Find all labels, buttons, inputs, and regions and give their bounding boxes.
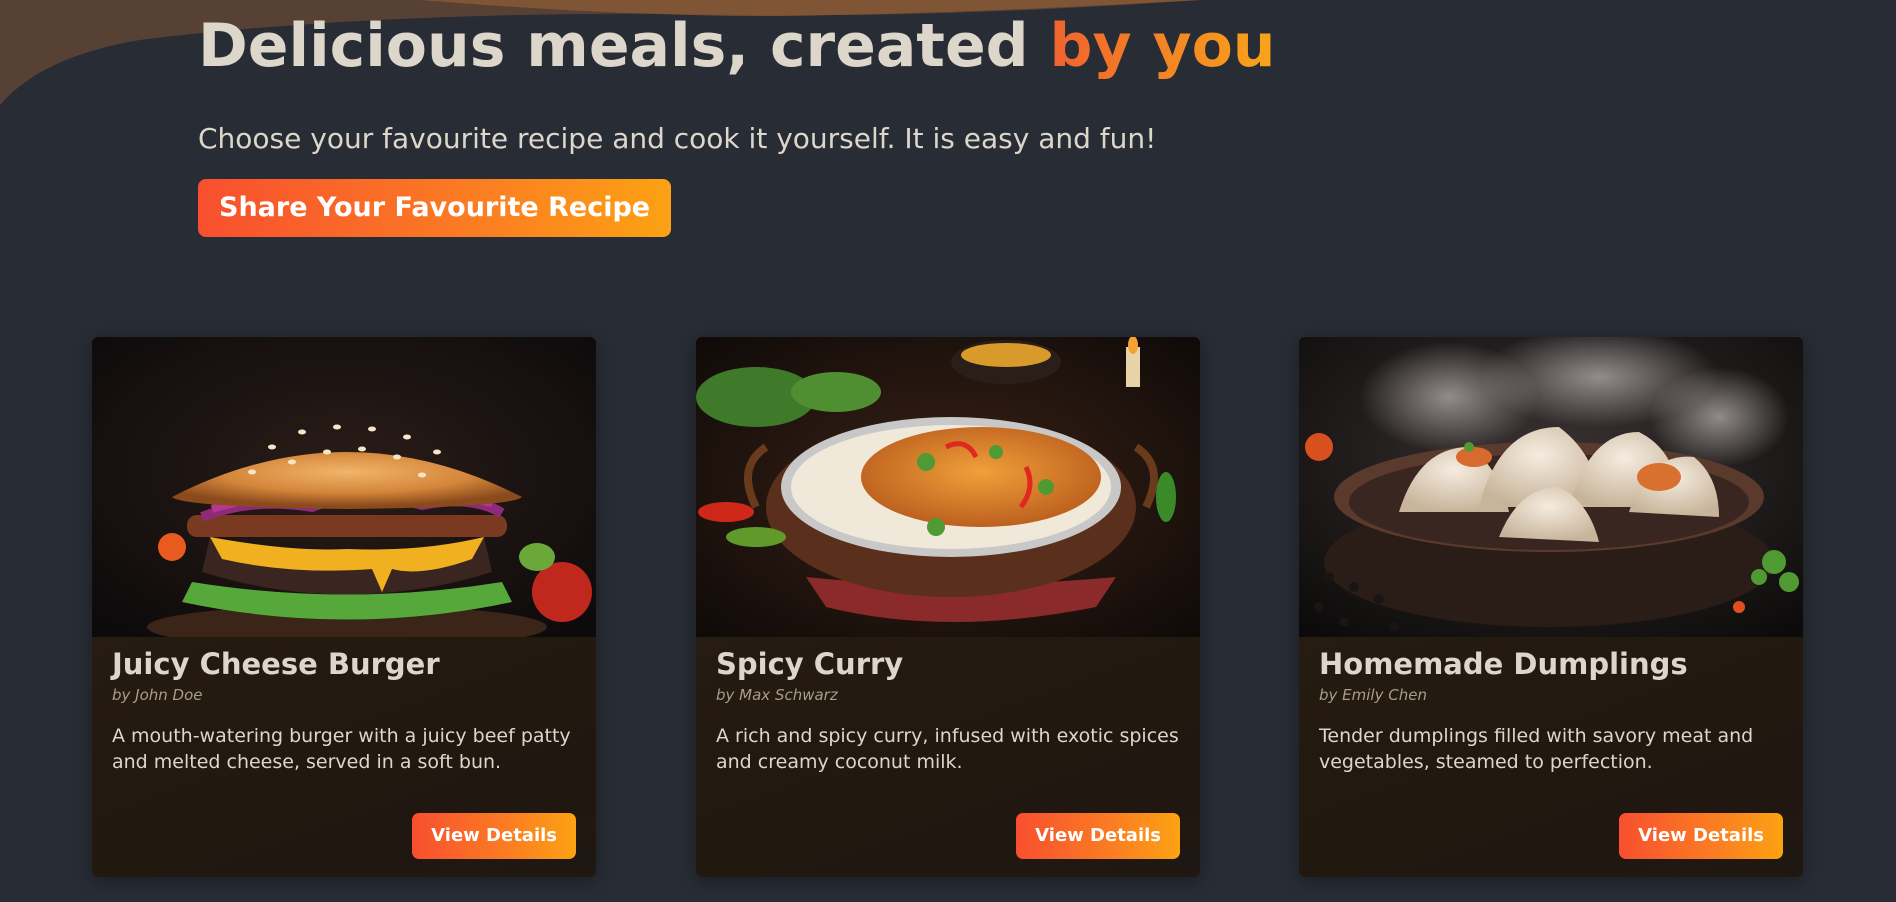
recipe-title: Juicy Cheese Burger — [112, 647, 440, 681]
recipe-description: A mouth-watering burger with a juicy bee… — [112, 725, 571, 773]
hero-subtitle: Choose your favourite recipe and cook it… — [198, 122, 1157, 155]
view-details-button[interactable]: View Details — [412, 813, 576, 859]
recipe-title: Spicy Curry — [716, 647, 904, 681]
share-recipe-button[interactable]: Share Your Favourite Recipe — [198, 179, 672, 237]
burger-photo — [92, 337, 596, 637]
recipe-card-curry: Spicy Curry by Max Schwarz A rich and sp… — [696, 337, 1200, 877]
hero-title-accent: by you — [1049, 11, 1276, 81]
hero-title: Delicious meals, created by you — [198, 6, 1276, 86]
dumplings-photo — [1299, 337, 1803, 637]
recipe-card-dumplings: Homemade Dumplings by Emily Chen Tender … — [1299, 337, 1803, 877]
recipe-card-burger: Juicy Cheese Burger by John Doe A mouth-… — [92, 337, 596, 877]
curry-photo — [696, 337, 1200, 637]
recipe-author: by John Doe — [112, 686, 203, 704]
recipe-title: Homemade Dumplings — [1319, 647, 1688, 681]
recipe-author: by Max Schwarz — [716, 686, 838, 704]
recipe-description: A rich and spicy curry, infused with exo… — [716, 725, 1179, 773]
hero-title-main: Delicious meals, created — [198, 11, 1050, 81]
recipe-author: by Emily Chen — [1319, 686, 1427, 704]
view-details-button[interactable]: View Details — [1619, 813, 1783, 859]
recipe-cards: Juicy Cheese Burger by John Doe A mouth-… — [92, 337, 1804, 877]
view-details-button[interactable]: View Details — [1016, 813, 1180, 859]
recipe-description: Tender dumplings filled with savory meat… — [1319, 725, 1754, 773]
